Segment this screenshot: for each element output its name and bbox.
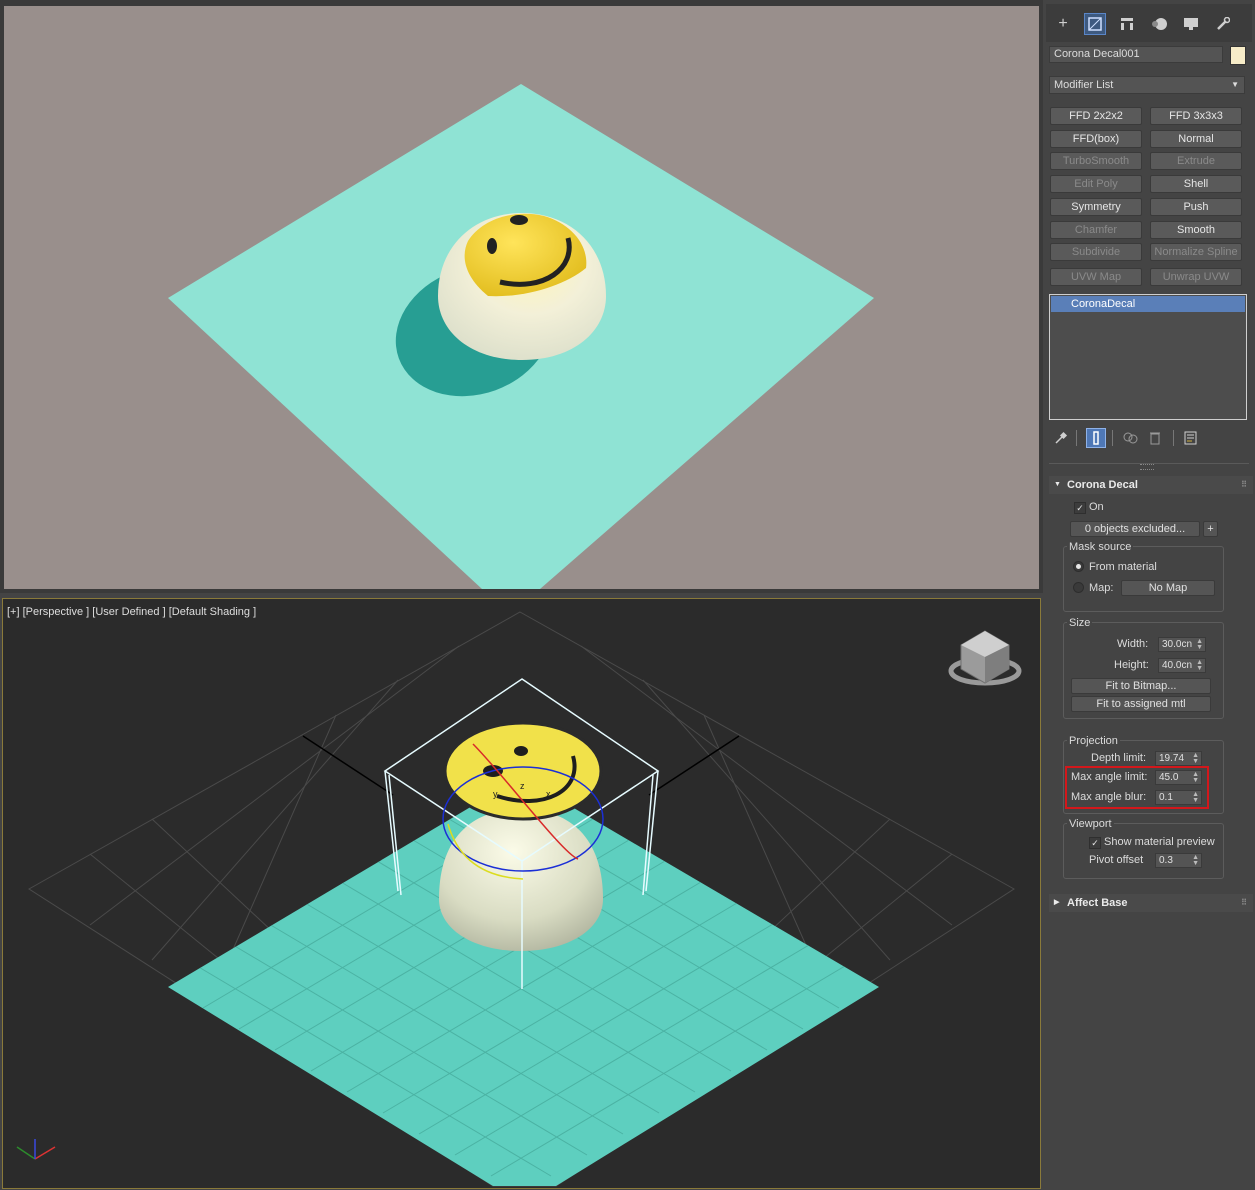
fit-to-bitmap-button[interactable]: Fit to Bitmap... bbox=[1071, 678, 1211, 694]
utilities-icon[interactable] bbox=[1212, 13, 1234, 35]
toolbar-divider bbox=[1112, 430, 1113, 446]
hierarchy-icon[interactable] bbox=[1116, 13, 1138, 35]
spinner-arrows-icon[interactable]: ▲ ▼ bbox=[1196, 638, 1203, 651]
stack-item-coronadecal[interactable]: CoronaDecal bbox=[1051, 296, 1245, 312]
object-name-field[interactable]: Corona Decal001 bbox=[1049, 46, 1223, 63]
excluded-objects-button[interactable]: 0 objects excluded... bbox=[1070, 521, 1200, 537]
viewport-smiley-decal bbox=[443, 721, 603, 821]
projection-title: Projection bbox=[1067, 735, 1120, 747]
viewport-smiley-eye bbox=[514, 746, 528, 756]
from-material-radio[interactable] bbox=[1073, 561, 1084, 572]
viewport-label[interactable]: [+] [Perspective ] [User Defined ] [Defa… bbox=[7, 606, 256, 618]
rollout-title: Corona Decal bbox=[1067, 479, 1138, 491]
modifier-list-dropdown[interactable]: Modifier List ▼ bbox=[1049, 76, 1245, 94]
width-label: Width: bbox=[1117, 638, 1149, 650]
mask-source-group bbox=[1063, 546, 1224, 612]
map-label: Map: bbox=[1089, 582, 1114, 594]
pivot-offset-value: 0.3 bbox=[1159, 855, 1173, 866]
remove-modifier-icon[interactable] bbox=[1145, 428, 1165, 448]
viewport-settings-title: Viewport bbox=[1067, 818, 1114, 830]
gizmo-axis-label: z bbox=[520, 781, 525, 791]
modifier-button[interactable]: FFD 2x2x2 bbox=[1050, 107, 1142, 125]
modifier-button[interactable]: Shell bbox=[1150, 175, 1242, 193]
modifier-button[interactable]: FFD 3x3x3 bbox=[1150, 107, 1242, 125]
render-smiley-eye bbox=[487, 238, 497, 254]
drag-handle-icon: ⠿ bbox=[1241, 898, 1247, 907]
render-smiley-eye bbox=[510, 215, 528, 225]
depth-limit-value: 19.74 bbox=[1159, 753, 1185, 764]
show-material-preview-checkbox[interactable]: ✓ bbox=[1089, 837, 1101, 849]
depth-limit-spinner[interactable]: 19.74 ▲ ▼ bbox=[1155, 751, 1202, 766]
modifier-button[interactable]: TurboSmooth bbox=[1050, 152, 1142, 170]
pin-icon[interactable] bbox=[1051, 428, 1071, 448]
width-spinner[interactable]: 30.0cn ▲ ▼ bbox=[1158, 637, 1206, 652]
on-checkbox[interactable]: ✓ bbox=[1074, 502, 1086, 514]
show-end-result-icon[interactable] bbox=[1086, 428, 1106, 448]
spinner-arrows-icon[interactable]: ▲ ▼ bbox=[1192, 752, 1199, 765]
add-excluded-button[interactable]: + bbox=[1203, 521, 1218, 537]
perspective-viewport[interactable]: z y x [+] [Perspective ] [User Defined ]… bbox=[2, 598, 1041, 1189]
pivot-offset-spinner[interactable]: 0.3 ▲ ▼ bbox=[1155, 853, 1202, 868]
display-icon[interactable] bbox=[1180, 13, 1202, 35]
command-panel-tabs: + bbox=[1046, 4, 1252, 42]
modifier-button[interactable]: Smooth bbox=[1150, 221, 1242, 239]
object-color-swatch[interactable] bbox=[1230, 46, 1246, 65]
toolbar-divider bbox=[1173, 430, 1174, 446]
rollout-affect-base[interactable]: ▶ Affect Base ⠿ bbox=[1049, 894, 1253, 912]
modifier-button[interactable]: Symmetry bbox=[1050, 198, 1142, 216]
modify-icon[interactable] bbox=[1084, 13, 1106, 35]
fit-to-assigned-mtl-button[interactable]: Fit to assigned mtl bbox=[1071, 696, 1211, 712]
make-unique-icon[interactable] bbox=[1121, 428, 1141, 448]
modifier-button[interactable]: Edit Poly bbox=[1050, 175, 1142, 193]
gizmo-axis-label: y bbox=[493, 789, 498, 799]
modifier-button[interactable]: Chamfer bbox=[1050, 221, 1142, 239]
spinner-arrows-icon[interactable]: ▲ ▼ bbox=[1196, 659, 1203, 672]
rendered-scene bbox=[4, 6, 1039, 589]
axis-tripod-icon bbox=[16, 1139, 56, 1160]
depth-limit-label: Depth limit: bbox=[1091, 752, 1147, 764]
render-view bbox=[0, 0, 1043, 593]
rollout-corona-decal[interactable]: ▼ Corona Decal ⠿ bbox=[1049, 476, 1253, 494]
modifier-button[interactable]: Normal bbox=[1150, 130, 1242, 148]
command-panel: + Corona Decal001 Modifier List ▼ FFD 2x… bbox=[1043, 0, 1255, 1190]
viewport-settings-group bbox=[1063, 823, 1224, 879]
size-title: Size bbox=[1067, 617, 1093, 629]
drag-handle-icon: ⠿ bbox=[1241, 480, 1247, 489]
mask-source-title: Mask source bbox=[1067, 541, 1134, 553]
pivot-offset-label: Pivot offset bbox=[1089, 854, 1144, 866]
show-material-preview-label: Show material preview bbox=[1104, 836, 1215, 848]
configure-sets-icon[interactable] bbox=[1181, 428, 1201, 448]
modifier-button[interactable]: Extrude bbox=[1150, 152, 1242, 170]
modifier-button[interactable]: Push bbox=[1150, 198, 1242, 216]
rollout-expand-icon: ▶ bbox=[1054, 899, 1060, 906]
map-button[interactable]: No Map bbox=[1121, 580, 1215, 596]
modifier-list-label: Modifier List bbox=[1054, 79, 1114, 91]
panel-resize-handle[interactable] bbox=[1140, 464, 1154, 470]
rollout-title: Affect Base bbox=[1067, 897, 1128, 909]
toolbar-divider bbox=[1076, 430, 1077, 446]
modifier-button[interactable]: Unwrap UVW bbox=[1150, 268, 1242, 286]
viewport-dome bbox=[439, 809, 603, 951]
viewport-scene: z y x bbox=[16, 611, 1022, 1187]
create-icon[interactable]: + bbox=[1052, 13, 1074, 35]
height-spinner[interactable]: 40.0cn ▲ ▼ bbox=[1158, 658, 1206, 673]
modifier-stack[interactable]: CoronaDecal bbox=[1049, 294, 1247, 420]
height-label: Height: bbox=[1114, 659, 1149, 671]
map-radio[interactable] bbox=[1073, 582, 1084, 593]
from-material-label: From material bbox=[1089, 561, 1157, 573]
modifier-button[interactable]: Subdivide bbox=[1050, 243, 1142, 261]
width-value: 30.0cn bbox=[1162, 639, 1193, 650]
modifier-button[interactable]: Normalize Spline bbox=[1150, 243, 1242, 261]
rollout-collapse-icon: ▼ bbox=[1054, 481, 1061, 488]
spinner-arrows-icon[interactable]: ▲ ▼ bbox=[1192, 854, 1199, 867]
modifier-button[interactable]: UVW Map bbox=[1050, 268, 1142, 286]
viewcube-icon[interactable] bbox=[948, 630, 1022, 686]
modifier-button[interactable]: FFD(box) bbox=[1050, 130, 1142, 148]
gizmo-axis-label: x bbox=[546, 789, 551, 799]
height-value: 40.0cn bbox=[1162, 660, 1193, 671]
on-label: On bbox=[1089, 501, 1104, 513]
chevron-down-icon: ▼ bbox=[1231, 80, 1239, 89]
motion-icon[interactable] bbox=[1148, 13, 1170, 35]
annotation-highlight-box bbox=[1065, 766, 1209, 809]
